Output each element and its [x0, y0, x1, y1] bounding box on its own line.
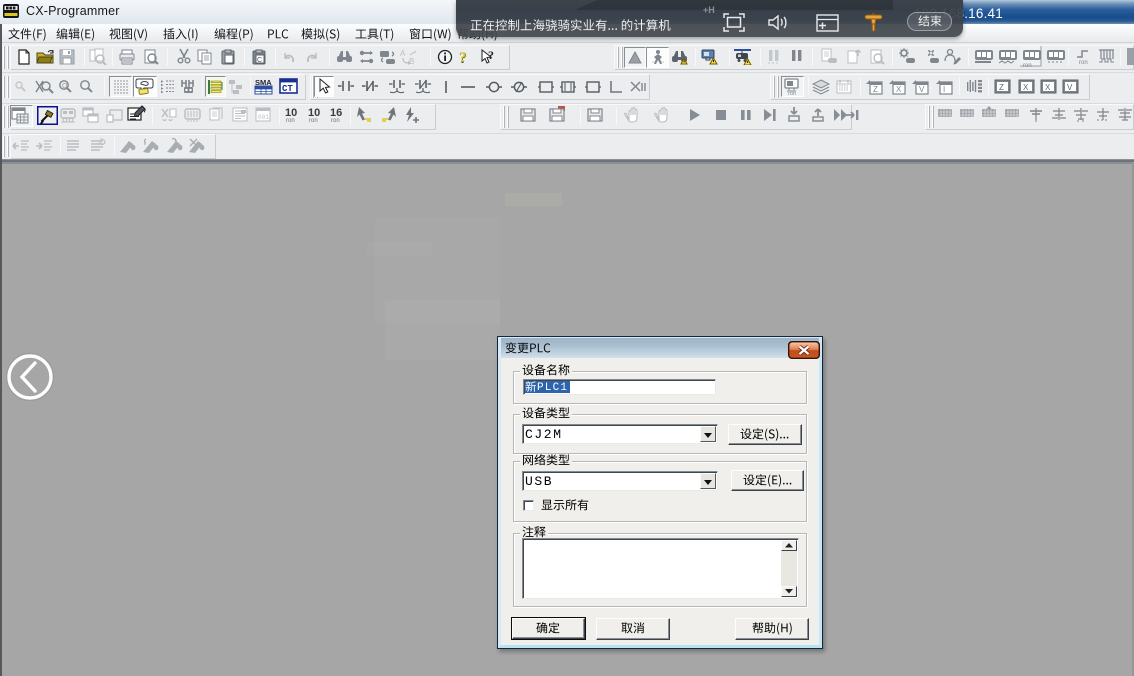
- svg-text:ron: ron: [788, 91, 796, 95]
- svg-text:X: X: [896, 85, 902, 94]
- svg-text:V: V: [1067, 83, 1073, 92]
- svg-text:C: C: [257, 57, 262, 64]
- svg-text:ron: ron: [1079, 60, 1088, 65]
- svg-text:Z: Z: [999, 83, 1004, 92]
- svg-text:V: V: [919, 85, 925, 94]
- svg-text:ron: ron: [331, 118, 340, 123]
- svg-text:CT: CT: [282, 84, 293, 94]
- svg-text:ron: ron: [309, 118, 318, 123]
- svg-text:A: A: [400, 49, 406, 58]
- svg-text:ron: ron: [1023, 63, 1032, 69]
- svg-text:001: 001: [258, 114, 269, 121]
- svg-text:X: X: [1045, 83, 1051, 92]
- svg-text:X: X: [1023, 83, 1029, 92]
- svg-text:I: I: [943, 85, 945, 94]
- svg-text:Z: Z: [873, 85, 878, 94]
- svg-text:?: ?: [459, 50, 467, 65]
- svg-text:B: B: [409, 57, 414, 65]
- svg-text:?: ?: [488, 49, 494, 62]
- svg-text:ron: ron: [286, 118, 295, 123]
